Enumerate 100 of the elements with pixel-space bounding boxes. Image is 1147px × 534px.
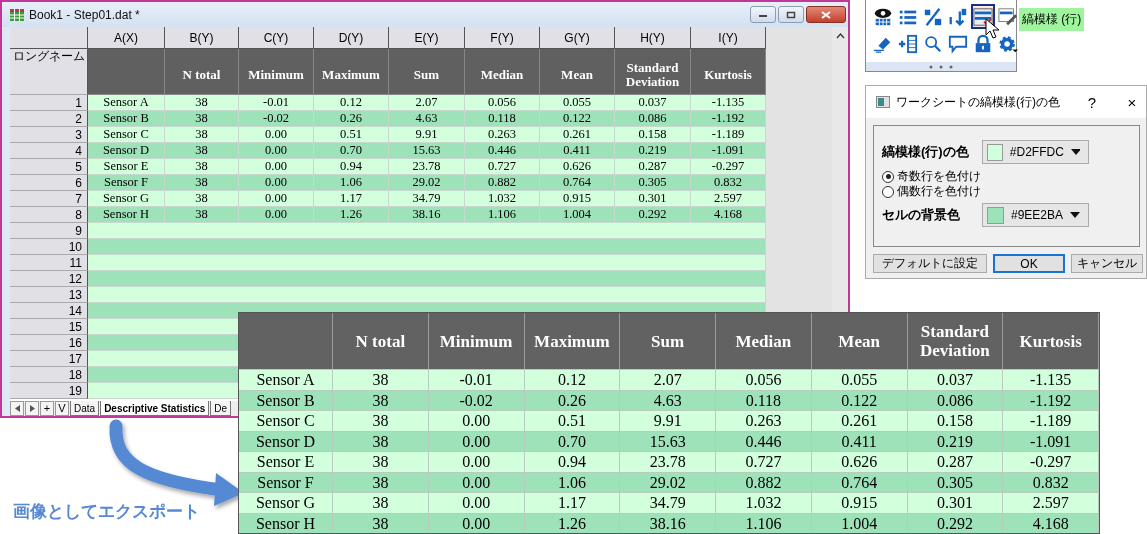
row-header[interactable]: 1 — [10, 95, 88, 111]
table-cell: 0.219 — [615, 143, 691, 159]
column-header[interactable]: A(X) — [88, 27, 165, 49]
color-dropdown[interactable]: #D2FFDC — [982, 140, 1089, 164]
row-header[interactable]: 9 — [10, 223, 88, 239]
radio-button[interactable] — [882, 185, 894, 198]
column-header[interactable]: D(Y) — [314, 27, 389, 49]
row-header[interactable]: 4 — [10, 143, 88, 159]
table-cell: Sensor C — [239, 410, 333, 431]
dialog-button[interactable]: デフォルトに設定 — [873, 254, 987, 273]
radio-button[interactable] — [882, 170, 894, 183]
table-cell: 38.16 — [389, 207, 465, 223]
table-cell: Mean — [540, 49, 615, 95]
sheet-tab[interactable]: Descriptive Statistics — [100, 401, 210, 416]
table-cell: Median — [465, 49, 540, 95]
table-cell: 0.00 — [239, 127, 314, 143]
table-cell: 38 — [165, 159, 239, 175]
table-cell: 0.305 — [615, 175, 691, 191]
table-cell: 1.032 — [465, 191, 540, 207]
table-cell: 1.106 — [465, 207, 540, 223]
table-cell: 4.63 — [389, 111, 465, 127]
column-header[interactable]: F(Y) — [465, 27, 540, 49]
column-header[interactable]: E(Y) — [389, 27, 465, 49]
column-header[interactable]: B(Y) — [165, 27, 239, 49]
table-cell: 0.00 — [239, 159, 314, 175]
table-cell: 2.07 — [389, 95, 465, 111]
row-header[interactable]: 15 — [10, 319, 88, 335]
previous-sheet-button[interactable] — [10, 401, 24, 416]
row-header[interactable]: 5 — [10, 159, 88, 175]
maximize-button[interactable] — [778, 6, 804, 23]
table-cell: 0.626 — [540, 159, 615, 175]
radio-label[interactable]: 偶数行を色付け — [897, 184, 981, 199]
column-header[interactable]: H(Y) — [615, 27, 691, 49]
row-header[interactable]: 8 — [10, 207, 88, 223]
column-header[interactable]: G(Y) — [540, 27, 615, 49]
table-cell: 0.301 — [615, 191, 691, 207]
row-header[interactable]: 14 — [10, 303, 88, 319]
table-cell: 29.02 — [389, 175, 465, 191]
table-cell: 38 — [165, 143, 239, 159]
table-cell: 0.158 — [907, 410, 1004, 431]
dialog-button[interactable]: OK — [993, 254, 1065, 273]
table-cell: 38 — [333, 369, 429, 390]
sheet-tab[interactable]: Data — [70, 401, 100, 416]
next-sheet-button[interactable] — [25, 401, 39, 416]
right-triangle-icon — [29, 405, 35, 412]
table-cell: -0.297 — [1003, 451, 1099, 472]
tooltip: 縞模様 (行) — [1019, 8, 1085, 31]
row-header[interactable]: 16 — [10, 335, 88, 351]
table-cell: -1.091 — [691, 143, 766, 159]
close-button[interactable] — [806, 6, 846, 23]
table-cell: 0.00 — [428, 451, 525, 472]
row-header[interactable]: 17 — [10, 351, 88, 367]
column-header[interactable]: I(Y) — [691, 27, 766, 49]
radio-label[interactable]: 奇数行を色付け — [897, 169, 981, 184]
row-header[interactable]: 11 — [10, 255, 88, 271]
scrollbar[interactable] — [832, 27, 848, 312]
table-cell: -0.01 — [239, 95, 314, 111]
sheet-tab[interactable]: De — [210, 401, 232, 416]
minimize-button[interactable] — [750, 6, 776, 23]
table-cell: N total — [165, 49, 239, 95]
table-cell: 38 — [165, 111, 239, 127]
row-header[interactable]: 6 — [10, 175, 88, 191]
table-cell: 1.26 — [314, 207, 389, 223]
column-header[interactable]: C(Y) — [239, 27, 314, 49]
sheet-nav-button[interactable]: + — [40, 401, 54, 416]
table-cell: 38 — [333, 410, 429, 431]
dialog-button[interactable]: キャンセル — [1071, 254, 1143, 273]
help-button[interactable]: ? — [1078, 93, 1106, 111]
row-header[interactable]: 18 — [10, 367, 88, 383]
table-cell: 0.00 — [239, 207, 314, 223]
sheet-nav-button[interactable]: V — [55, 401, 69, 416]
table-cell: 1.17 — [524, 492, 621, 513]
close-button[interactable]: × — [1118, 93, 1146, 111]
row-header[interactable]: 3 — [10, 127, 88, 143]
close-icon — [821, 10, 831, 19]
table-cell: 15.63 — [620, 430, 716, 451]
header-cell: Mean — [811, 313, 908, 369]
table-cell: 38 — [333, 512, 429, 533]
table-cell: Sensor B — [88, 111, 165, 127]
table-cell: Minimum — [239, 49, 314, 95]
row-header[interactable]: 7 — [10, 191, 88, 207]
table-cell: 2.597 — [691, 191, 766, 207]
table-cell: 38 — [333, 471, 429, 492]
caret-icon — [1070, 149, 1080, 155]
row-header[interactable]: 13 — [10, 287, 88, 303]
color-dropdown[interactable]: #9EE2BA — [982, 203, 1089, 227]
table-cell: 4.168 — [1003, 512, 1099, 533]
table-cell: 0.292 — [615, 207, 691, 223]
table-cell: 0.51 — [314, 127, 389, 143]
table-cell: Sensor D — [88, 143, 165, 159]
table-cell: 0.055 — [811, 369, 908, 390]
row-header[interactable]: 19 — [10, 383, 88, 399]
row-header[interactable]: 2 — [10, 111, 88, 127]
row-header[interactable]: 10 — [10, 239, 88, 255]
table-cell: 0.832 — [1003, 471, 1099, 492]
table-cell: 0.00 — [239, 175, 314, 191]
table-cell: 9.91 — [620, 410, 716, 431]
row-header[interactable]: 12 — [10, 271, 88, 287]
table-cell: 0.00 — [428, 492, 525, 513]
table-cell: 0.94 — [314, 159, 389, 175]
